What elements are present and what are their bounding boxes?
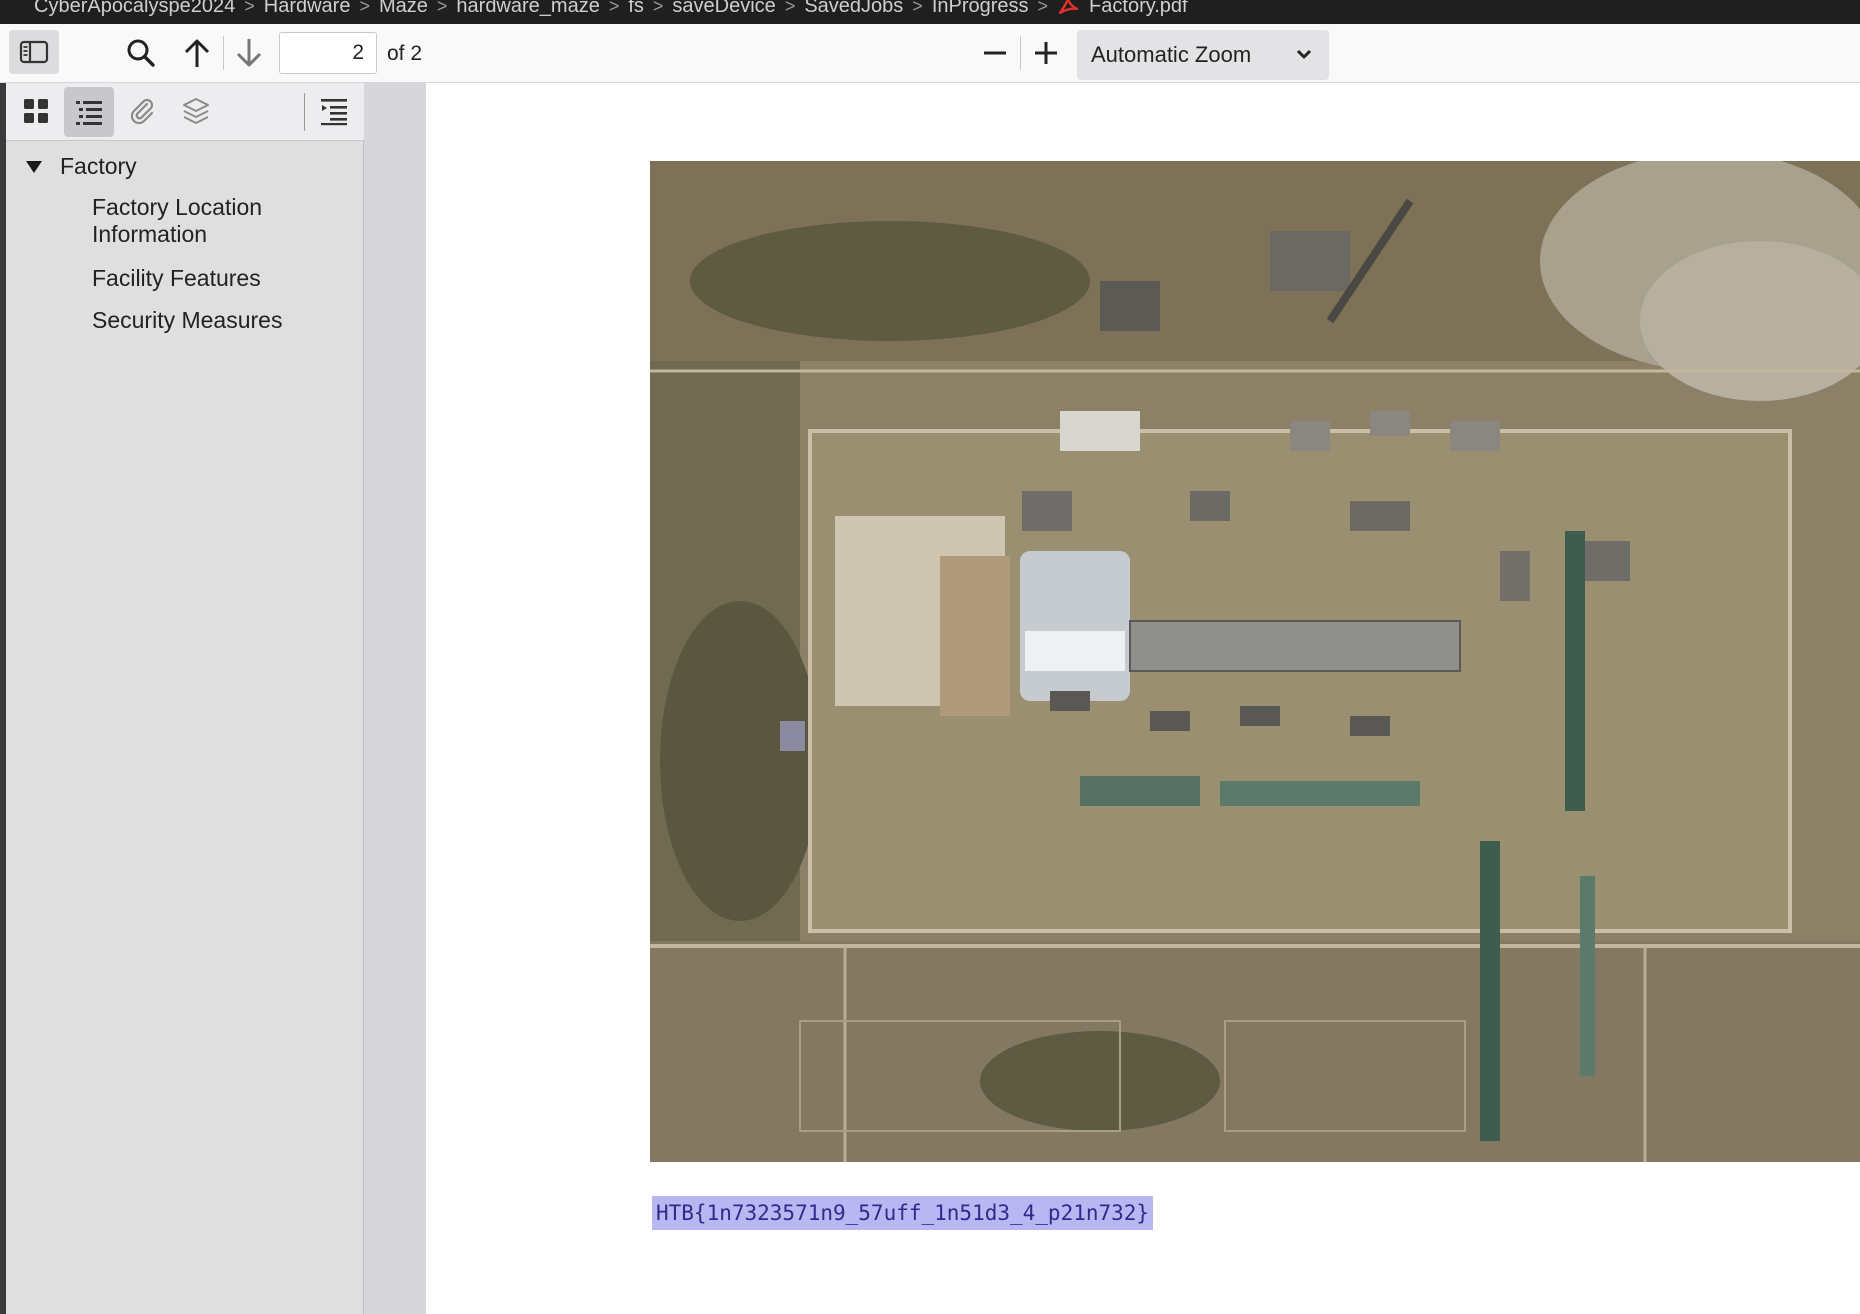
- sidebar-toggle-button[interactable]: [9, 30, 59, 74]
- breadcrumb-separator: >: [652, 0, 664, 16]
- breadcrumb-item[interactable]: hardware_maze: [456, 0, 599, 16]
- outline-item-label: Factory: [60, 153, 137, 179]
- flag-text[interactable]: HTB{1n7323571n9_57uff_1n51d3_4_p21n732}: [652, 1196, 1154, 1230]
- satellite-image-graphic: [650, 161, 1860, 1162]
- toolbar-divider: [1020, 36, 1021, 70]
- breadcrumb-separator: >: [608, 0, 620, 16]
- layers-view-button[interactable]: [174, 89, 218, 133]
- arrow-down-icon: [236, 39, 262, 67]
- outline-icon: [76, 101, 102, 125]
- outline-item-facility-features[interactable]: Facility Features: [92, 265, 332, 292]
- zoom-select-value: Automatic Zoom: [1091, 42, 1252, 67]
- breadcrumb-separator: >: [244, 0, 255, 16]
- outline-item-factory-location[interactable]: Factory Location Information: [92, 194, 332, 248]
- pdf-file-icon: [1058, 0, 1079, 15]
- sidebar-view-bar: [6, 83, 364, 141]
- breadcrumb-separator: >: [1037, 0, 1049, 16]
- plus-icon: [1035, 42, 1057, 64]
- breadcrumb-item[interactable]: CyberApocalyspe2024: [34, 0, 235, 16]
- zoom-select[interactable]: Automatic Zoom: [1077, 30, 1329, 80]
- pdf-toolbar: 2 of 2 Automatic Zoom: [0, 24, 1860, 83]
- search-button[interactable]: [120, 32, 162, 74]
- minus-icon: [984, 51, 1006, 55]
- breadcrumb-item[interactable]: saveDevice: [672, 0, 775, 16]
- outline-item-factory[interactable]: Factory: [26, 153, 137, 180]
- breadcrumb-file[interactable]: Factory.pdf: [1089, 0, 1188, 16]
- next-page-button[interactable]: [228, 32, 270, 74]
- breadcrumb-separator: >: [784, 0, 796, 16]
- breadcrumb-separator: >: [436, 0, 448, 16]
- zoom-out-button[interactable]: [974, 32, 1016, 74]
- attachments-view-button[interactable]: [120, 89, 164, 133]
- breadcrumb-separator: >: [912, 0, 923, 16]
- expand-triangle-icon[interactable]: [26, 160, 42, 173]
- outline-panel: Factory Factory Location Information Fac…: [6, 141, 364, 1314]
- layers-icon: [183, 98, 209, 124]
- viewer-background: [364, 83, 426, 1314]
- arrow-up-icon: [184, 39, 210, 67]
- outline-item-security-measures[interactable]: Security Measures: [92, 307, 332, 334]
- previous-page-button[interactable]: [176, 32, 218, 74]
- breadcrumb-separator: >: [359, 0, 370, 16]
- page-count-label: of 2: [387, 42, 423, 65]
- toolbar-divider: [223, 36, 224, 70]
- search-icon: [127, 39, 155, 67]
- chevron-down-icon: [1296, 49, 1312, 59]
- current-outline-item-button[interactable]: [312, 89, 356, 133]
- breadcrumb-item[interactable]: Hardware: [264, 0, 351, 16]
- attachments-icon: [130, 98, 154, 125]
- breadcrumb-item[interactable]: Maze: [379, 0, 428, 16]
- breadcrumb: CyberApocalyspe2024 > Hardware > Maze > …: [0, 0, 1860, 24]
- breadcrumb-item[interactable]: InProgress: [932, 0, 1029, 16]
- sidebar-toggle-icon: [19, 40, 49, 64]
- zoom-in-button[interactable]: [1025, 32, 1067, 74]
- satellite-image: [650, 161, 1860, 1162]
- breadcrumb-item[interactable]: SavedJobs: [804, 0, 903, 16]
- thumbnails-icon: [24, 99, 48, 123]
- toolbar-divider: [304, 93, 305, 131]
- thumbnails-view-button[interactable]: [14, 89, 58, 133]
- page-number-input[interactable]: 2: [279, 32, 377, 74]
- current-outline-item-icon: [321, 99, 347, 126]
- breadcrumb-item[interactable]: fs: [628, 0, 644, 16]
- outline-view-button[interactable]: [64, 87, 114, 137]
